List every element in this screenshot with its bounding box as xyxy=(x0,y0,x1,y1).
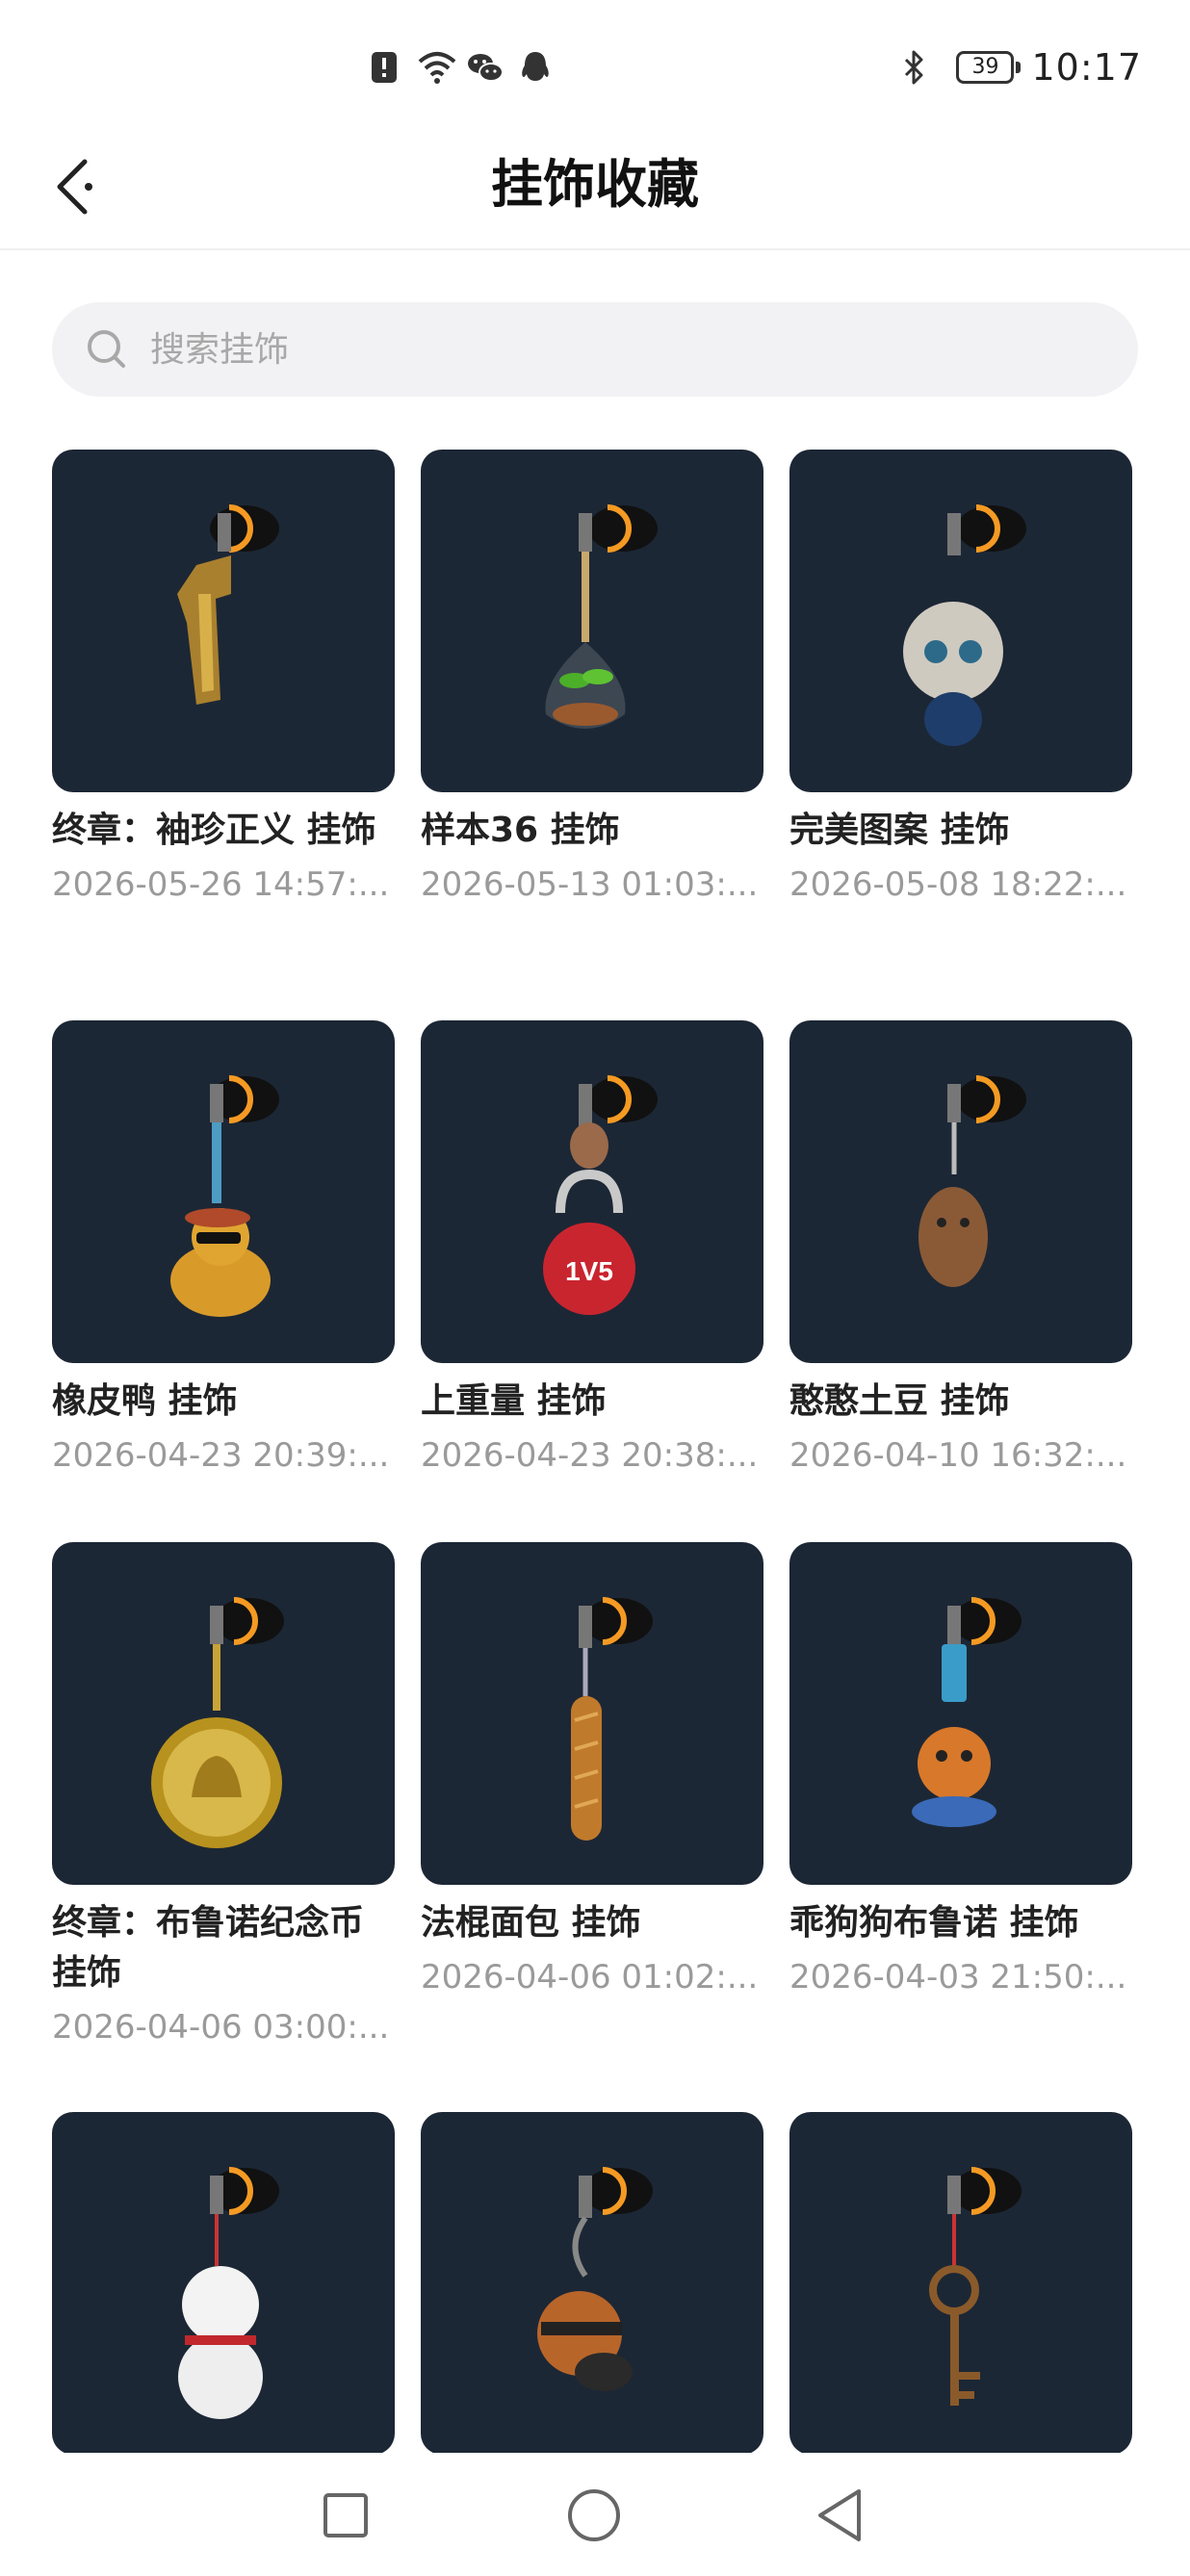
recents-button[interactable] xyxy=(302,2472,389,2559)
item-title: 憨憨土豆 挂饰 xyxy=(789,1381,1010,1421)
home-button[interactable] xyxy=(551,2472,637,2559)
charm-kettlebell-image: 1V5 xyxy=(543,1075,658,1315)
item-date: 2026-05-08 18:22:... xyxy=(789,865,1127,904)
charm-key-image xyxy=(929,2167,1022,2406)
search-bar[interactable] xyxy=(52,302,1138,397)
wechat-icon xyxy=(466,48,504,87)
item-date: 2026-04-10 16:32:... xyxy=(789,1436,1127,1475)
charm-thumbnail[interactable] xyxy=(52,2112,395,2455)
collection-item[interactable]: 橡皮鸭 挂饰 2026-04-23 20:39:... xyxy=(52,1020,395,1479)
qq-icon xyxy=(516,48,555,87)
nav-back-button[interactable] xyxy=(799,2472,886,2559)
status-icons xyxy=(366,42,555,92)
charm-thumbnail[interactable] xyxy=(421,1542,763,1885)
collection-item[interactable]: 法棍面包 挂饰 2026-04-06 01:02:... xyxy=(421,1542,763,2000)
charm-pistol-image xyxy=(177,504,279,705)
search-input[interactable] xyxy=(148,328,1019,371)
charm-thumbnail[interactable] xyxy=(52,1542,395,1885)
app-header: 挂饰收藏 xyxy=(0,125,1190,250)
collection-item[interactable]: 终章：袖珍正义 挂饰 2026-05-26 14:57:... xyxy=(52,450,395,908)
charm-rubber-duck-image xyxy=(170,1075,279,1317)
kettlebell-label: 1V5 xyxy=(565,1256,613,1286)
collection-item[interactable] xyxy=(52,2112,395,2468)
collection-item[interactable]: 1V5 上重量 挂饰 2026-04-23 20:38:... xyxy=(421,1020,763,1479)
charm-terrarium-image xyxy=(545,504,658,729)
item-date: 2026-04-06 03:00:... xyxy=(52,2008,390,2047)
charm-thumbnail[interactable]: 1V5 xyxy=(421,1020,763,1363)
status-bar: 39 10:17 xyxy=(0,0,1190,125)
collection-item[interactable]: 样本36 挂饰 2026-05-13 01:03:... xyxy=(421,450,763,908)
collection-item[interactable] xyxy=(789,2112,1132,2468)
item-date: 2026-04-23 20:39:... xyxy=(52,1436,390,1475)
charm-thumbnail[interactable] xyxy=(789,450,1132,792)
system-nav-bar xyxy=(0,2453,1190,2576)
item-title: 终章：布鲁诺纪念币 挂饰 xyxy=(52,1903,365,1993)
circle-home-icon xyxy=(551,2489,637,2563)
charm-lucky-cat-image xyxy=(178,2167,279,2419)
item-title: 橡皮鸭 挂饰 xyxy=(52,1381,238,1421)
item-date: 2026-05-13 01:03:... xyxy=(421,865,759,904)
item-title: 完美图案 挂饰 xyxy=(789,811,1010,850)
charm-baguette-image xyxy=(571,1597,653,1841)
charm-thumbnail[interactable] xyxy=(789,1542,1132,1885)
item-date: 2026-04-06 01:02:... xyxy=(421,1958,759,1996)
charm-thumbnail[interactable] xyxy=(52,450,395,792)
notification-alert-icon xyxy=(366,48,404,87)
wifi-icon xyxy=(416,48,456,87)
item-title: 上重量 挂饰 xyxy=(421,1381,607,1421)
charm-coin-image xyxy=(151,1597,284,1848)
charm-dog-image xyxy=(912,1597,1022,1827)
charm-potato-image xyxy=(918,1075,1026,1287)
charm-doll-image xyxy=(903,504,1026,746)
collection-item[interactable]: 完美图案 挂饰 2026-05-08 18:22:... xyxy=(789,450,1132,908)
battery-indicator: 39 xyxy=(956,51,1022,84)
item-title: 法棍面包 挂饰 xyxy=(421,1903,641,1943)
item-date: 2026-05-26 14:57:... xyxy=(52,865,390,904)
charm-thumbnail[interactable] xyxy=(421,450,763,792)
item-date: 2026-04-03 21:50:... xyxy=(789,1958,1127,1996)
collection-item[interactable]: 乖狗狗布鲁诺 挂饰 2026-04-03 21:50:... xyxy=(789,1542,1132,2000)
charm-thumbnail[interactable] xyxy=(789,1020,1132,1363)
charm-ninja-image xyxy=(537,2167,653,2391)
page-title: 挂饰收藏 xyxy=(491,154,699,215)
item-title: 样本36 挂饰 xyxy=(421,811,620,850)
triangle-back-icon xyxy=(799,2489,886,2563)
search-icon xyxy=(83,325,131,374)
charm-thumbnail[interactable] xyxy=(789,2112,1132,2455)
item-title: 乖狗狗布鲁诺 挂饰 xyxy=(789,1903,1079,1943)
collection-item[interactable]: 终章：布鲁诺纪念币 挂饰 2026-04-06 03:00:... xyxy=(52,1542,395,2050)
collection-item[interactable] xyxy=(421,2112,763,2468)
charm-thumbnail[interactable] xyxy=(52,1020,395,1363)
status-right: 39 10:17 xyxy=(900,39,1142,96)
charm-thumbnail[interactable] xyxy=(421,2112,763,2455)
square-recents-icon xyxy=(302,2493,389,2563)
collection-item[interactable]: 憨憨土豆 挂饰 2026-04-10 16:32:... xyxy=(789,1020,1132,1479)
bluetooth-icon xyxy=(900,48,939,87)
item-title: 终章：袖珍正义 挂饰 xyxy=(52,811,376,850)
item-date: 2026-04-23 20:38:... xyxy=(421,1436,759,1475)
status-time: 10:17 xyxy=(1031,46,1142,89)
